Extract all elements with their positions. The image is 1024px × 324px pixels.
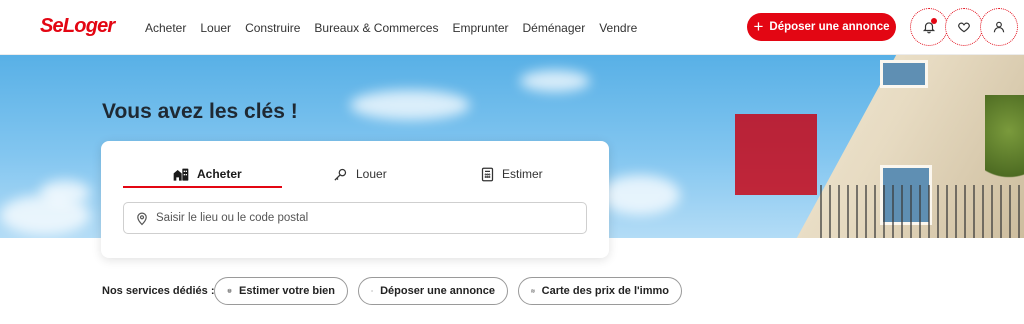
nav-louer[interactable]: Louer bbox=[200, 21, 231, 35]
price-map-button[interactable]: Carte des prix de l'immo bbox=[518, 277, 682, 305]
nav-vendre[interactable]: Vendre bbox=[599, 21, 637, 35]
map-icon bbox=[531, 289, 535, 293]
tab-acheter[interactable]: Acheter bbox=[173, 159, 242, 189]
hero-title: Vous avez les clés ! bbox=[102, 100, 298, 123]
services-label: Nos services dédiés : bbox=[102, 285, 215, 297]
nav-demenager[interactable]: Déménager bbox=[523, 21, 586, 35]
post-listing-service-label: Déposer une annonce bbox=[380, 285, 495, 297]
heart-icon bbox=[958, 22, 970, 33]
cloud-decoration bbox=[40, 180, 90, 205]
location-search-box[interactable] bbox=[123, 202, 587, 234]
tab-louer[interactable]: Louer bbox=[333, 159, 387, 189]
nav-acheter[interactable]: Acheter bbox=[145, 21, 186, 35]
top-header: SeLoger Acheter Louer Construire Bureaux… bbox=[0, 0, 1024, 55]
seloger-logo[interactable]: SeLoger bbox=[40, 15, 115, 38]
main-nav: Acheter Louer Construire Bureaux & Comme… bbox=[145, 0, 637, 55]
location-pin-icon bbox=[137, 212, 147, 225]
nav-bureaux-commerces[interactable]: Bureaux & Commerces bbox=[314, 21, 438, 35]
favorites-button[interactable] bbox=[945, 8, 983, 46]
post-listing-button[interactable]: + Déposer une annonce bbox=[747, 13, 896, 41]
nav-construire[interactable]: Construire bbox=[245, 21, 300, 35]
post-listing-label: Déposer une annonce bbox=[769, 21, 890, 33]
estimate-property-label: Estimer votre bien bbox=[239, 285, 335, 297]
notification-dot bbox=[931, 18, 937, 24]
cloud-decoration bbox=[520, 70, 590, 92]
location-search-input[interactable] bbox=[156, 212, 576, 224]
nav-emprunter[interactable]: Emprunter bbox=[452, 21, 508, 35]
building-window bbox=[880, 60, 928, 88]
cloud-decoration bbox=[600, 175, 680, 215]
plus-icon bbox=[371, 290, 373, 292]
price-map-label: Carte des prix de l'immo bbox=[541, 285, 669, 297]
tab-estimer-label: Estimer bbox=[502, 167, 543, 181]
tab-acheter-label: Acheter bbox=[197, 167, 242, 181]
active-tab-indicator bbox=[123, 186, 282, 188]
tab-louer-label: Louer bbox=[356, 167, 387, 181]
key-icon bbox=[334, 168, 347, 181]
red-square-accent bbox=[735, 114, 817, 195]
balcony-railing bbox=[820, 185, 1020, 238]
calculator-icon bbox=[481, 167, 494, 181]
cloud-decoration bbox=[350, 90, 470, 120]
plus-icon: + bbox=[753, 16, 764, 36]
user-icon bbox=[993, 21, 1005, 33]
notifications-button[interactable] bbox=[910, 8, 948, 46]
estimate-property-button[interactable]: Estimer votre bien bbox=[214, 277, 348, 305]
post-listing-service-button[interactable]: Déposer une annonce bbox=[358, 277, 508, 305]
tab-estimer[interactable]: Estimer bbox=[481, 159, 543, 189]
coins-icon bbox=[227, 288, 232, 293]
search-card: Acheter Louer Estimer bbox=[101, 141, 609, 258]
tree-foliage bbox=[985, 95, 1024, 185]
buildings-icon bbox=[173, 168, 189, 181]
account-button[interactable] bbox=[980, 8, 1018, 46]
